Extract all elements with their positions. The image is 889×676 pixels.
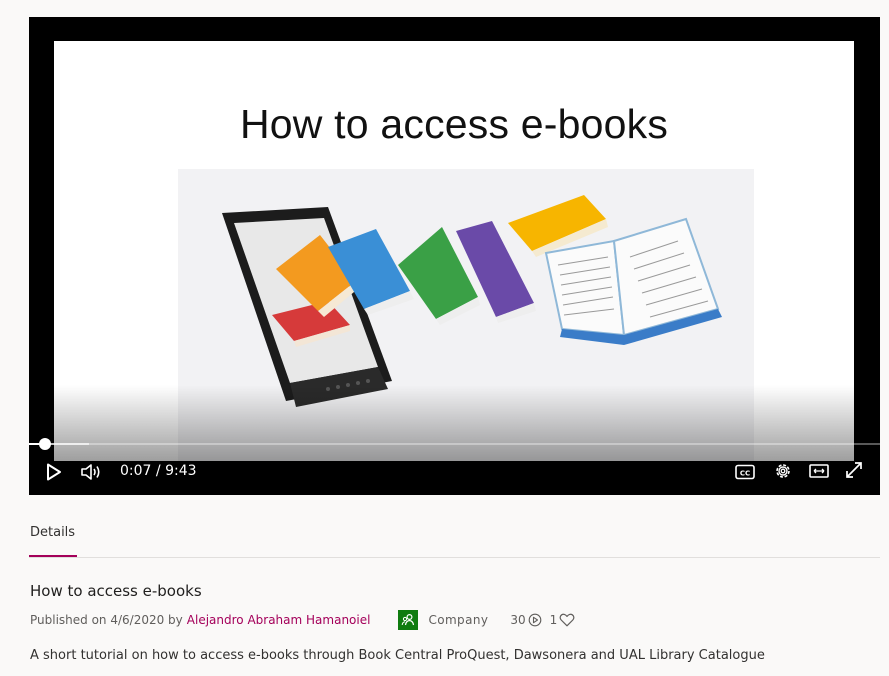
heart-icon — [559, 613, 575, 627]
volume-button[interactable] — [79, 461, 103, 483]
volume-icon — [81, 464, 100, 480]
time-display: 0:07 / 9:43 — [120, 463, 197, 479]
group-link[interactable]: Company — [428, 613, 488, 627]
tab-details[interactable]: Details — [30, 525, 75, 540]
fullscreen-button[interactable] — [843, 459, 865, 481]
tab-divider — [29, 557, 880, 558]
published-date: Published on 4/6/2020 by — [30, 613, 183, 627]
svg-text:CC: CC — [740, 470, 750, 478]
like-button[interactable]: 1 — [550, 613, 576, 627]
video-player[interactable]: How to access e-books 0:07 / 9:43 CC — [29, 17, 880, 495]
theater-mode-icon — [809, 464, 829, 478]
captions-button[interactable]: CC — [734, 463, 756, 481]
author-link[interactable]: Alejandro Abraham Hamanoiel — [187, 613, 371, 627]
current-time: 0:07 — [120, 463, 152, 479]
video-description: A short tutorial on how to access e-book… — [30, 648, 765, 663]
like-count-value: 1 — [549, 613, 558, 627]
group-icon[interactable] — [398, 610, 419, 630]
seek-bar-thumb[interactable] — [39, 438, 51, 450]
view-count-value: 30 — [510, 613, 526, 627]
play-icon — [47, 463, 61, 481]
video-meta: Published on 4/6/2020 by Alejandro Abrah… — [30, 610, 576, 630]
views-play-icon — [528, 613, 541, 627]
play-button[interactable] — [43, 461, 65, 483]
settings-gear-icon — [776, 464, 790, 478]
fullscreen-icon — [846, 462, 862, 478]
player-controls: 0:07 / 9:43 CC — [29, 438, 880, 495]
duration: 9:43 — [165, 463, 197, 479]
view-count: 30 — [510, 613, 541, 627]
theater-mode-button[interactable] — [808, 462, 830, 480]
seek-bar[interactable] — [29, 443, 880, 445]
slide-title: How to access e-books — [239, 101, 669, 147]
settings-button[interactable] — [772, 460, 794, 482]
time-separator: / — [155, 463, 161, 479]
closed-captions-icon: CC — [735, 464, 755, 480]
video-title: How to access e-books — [30, 582, 202, 600]
